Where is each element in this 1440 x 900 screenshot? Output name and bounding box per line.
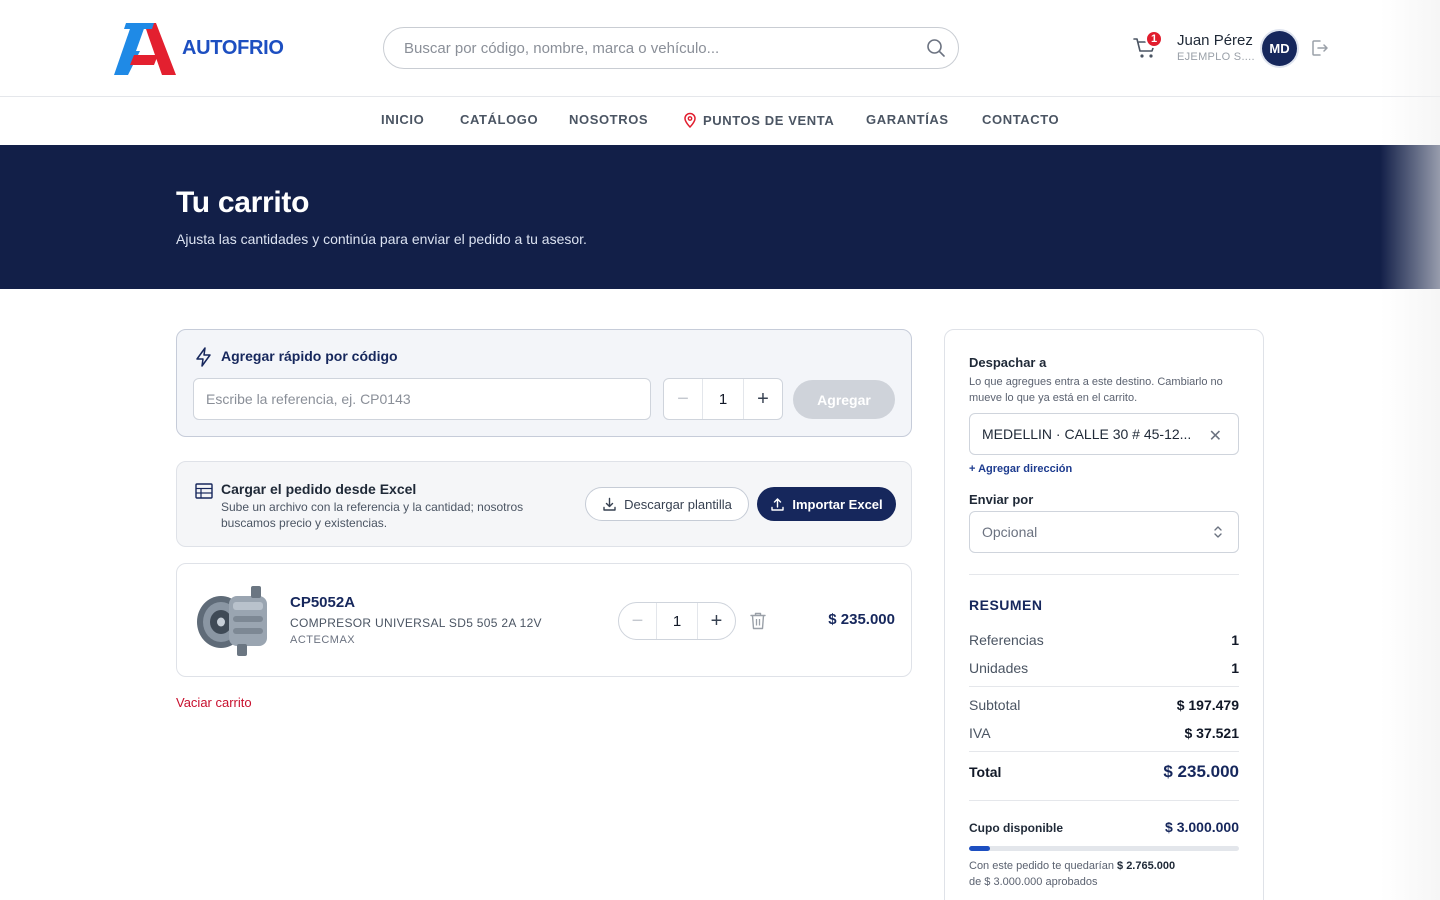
subtotal-value: $ 197.479 — [1176, 697, 1239, 713]
summary-total-row: Total $ 235.000 — [969, 762, 1239, 782]
search-input[interactable] — [404, 28, 914, 68]
nav-contacto[interactable]: CONTACTO — [982, 112, 1059, 127]
ship-to-label: Despachar a — [969, 355, 1047, 370]
iva-label: IVA — [969, 725, 991, 741]
trash-icon[interactable] — [749, 611, 767, 631]
address-select[interactable]: MEDELLIN · CALLE 30 # 45-12... ✕ — [969, 413, 1239, 455]
nav-catalogo[interactable]: CATÁLOGO — [460, 112, 538, 127]
send-by-value: Opcional — [982, 524, 1038, 540]
divider — [969, 800, 1239, 801]
references-label: Referencias — [969, 632, 1044, 648]
item-description: COMPRESOR UNIVERSAL SD5 505 2A 12V — [290, 616, 542, 630]
cart-count-badge: 1 — [1145, 30, 1163, 48]
summary-iva-row: IVA $ 37.521 — [969, 725, 1239, 741]
credit-note: Con este pedido te quedarían $ 2.765.000… — [969, 858, 1239, 890]
main-nav: INICIO CATÁLOGO NOSOTROS PUNTOS DE VENTA… — [0, 97, 1440, 145]
cart-item: CP5052A COMPRESOR UNIVERSAL SD5 505 2A 1… — [176, 563, 912, 677]
table-icon — [195, 483, 213, 499]
compressor-product-image[interactable] — [193, 582, 273, 660]
decrease-button[interactable]: − — [664, 379, 702, 419]
logout-icon[interactable] — [1309, 38, 1329, 58]
summary-references-row: Referencias 1 — [969, 632, 1239, 648]
user-company: EJEMPLO S.... — [1177, 51, 1255, 63]
location-pin-icon — [684, 112, 696, 128]
download-template-label: Descargar plantilla — [624, 496, 732, 512]
search-bar[interactable] — [383, 27, 959, 69]
excel-title: Cargar el pedido desde Excel — [221, 481, 417, 497]
quick-add-quantity-stepper: − 1 + — [663, 378, 783, 420]
references-value: 1 — [1231, 632, 1239, 648]
site-header: AUTOFRIO 1 Juan Pérez EJEMPLO S.... MD — [0, 0, 1440, 97]
add-address-link[interactable]: + Agregar dirección — [969, 463, 1072, 475]
item-decrease-button[interactable]: − — [619, 603, 656, 639]
item-quantity-stepper: − 1 + — [618, 602, 736, 640]
logo-mark-icon — [114, 23, 176, 75]
summary-title: RESUMEN — [969, 597, 1043, 613]
nav-inicio[interactable]: INICIO — [381, 112, 424, 127]
download-template-button[interactable]: Descargar plantilla — [585, 487, 749, 521]
item-brand: ACTECMAX — [290, 634, 356, 646]
autofrio-logo[interactable]: AUTOFRIO — [114, 21, 284, 75]
increase-button[interactable]: + — [744, 379, 782, 419]
credit-usage-fill — [969, 846, 991, 851]
item-quantity-value[interactable]: 1 — [656, 603, 698, 639]
nav-puntos-de-venta[interactable]: PUNTOS DE VENTA — [683, 112, 834, 128]
credit-note-prefix: Con este pedido te quedarían — [969, 860, 1114, 872]
units-value: 1 — [1231, 660, 1239, 676]
page-hero: Tu carrito Ajusta las cantidades y conti… — [0, 145, 1440, 289]
item-price: $ 235.000 — [828, 611, 895, 628]
excel-upload-panel: Cargar el pedido desde Excel Sube un arc… — [176, 461, 912, 547]
total-label: Total — [969, 764, 1002, 780]
subtotal-label: Subtotal — [969, 697, 1021, 713]
quick-add-title: Agregar rápido por código — [221, 348, 398, 364]
order-summary-panel: Despachar a Lo que agregues entra a este… — [944, 329, 1264, 900]
chevron-up-down-icon — [1214, 526, 1222, 538]
nav-garantias[interactable]: GARANTÍAS — [866, 112, 949, 127]
send-by-select[interactable]: Opcional — [969, 511, 1239, 553]
credit-remaining: $ 2.765.000 — [1117, 860, 1176, 872]
item-code[interactable]: CP5052A — [290, 594, 355, 611]
user-info[interactable]: Juan Pérez EJEMPLO S.... — [1177, 32, 1255, 63]
divider — [969, 751, 1239, 752]
lightning-icon — [196, 347, 211, 367]
logo-text: AUTOFRIO — [182, 36, 284, 59]
quantity-value[interactable]: 1 — [702, 379, 744, 419]
clear-address-icon[interactable]: ✕ — [1209, 426, 1222, 446]
credit-value: $ 3.000.000 — [1165, 819, 1239, 835]
page-subtitle: Ajusta las cantidades y continúa para en… — [176, 231, 587, 247]
summary-subtotal-row: Subtotal $ 197.479 — [969, 697, 1239, 713]
excel-description: Sube un archivo con la referencia y la c… — [221, 500, 524, 530]
ship-to-help: Lo que agregues entra a este destino. Ca… — [969, 376, 1223, 404]
divider — [969, 574, 1239, 575]
send-by-label: Enviar por — [969, 492, 1034, 507]
import-excel-button[interactable]: Importar Excel — [757, 487, 896, 521]
reference-input[interactable] — [193, 378, 651, 420]
empty-cart-link[interactable]: Vaciar carrito — [176, 695, 252, 710]
page-title: Tu carrito — [176, 186, 310, 219]
credit-note-suffix: de $ 3.000.000 aprobados — [969, 876, 1098, 888]
import-excel-label: Importar Excel — [792, 496, 883, 512]
total-value: $ 235.000 — [1163, 762, 1239, 781]
user-name: Juan Pérez — [1177, 32, 1253, 49]
add-button[interactable]: Agregar — [793, 380, 895, 419]
nav-nosotros[interactable]: NOSOTROS — [569, 112, 648, 127]
summary-units-row: Unidades 1 — [969, 660, 1239, 676]
item-increase-button[interactable]: + — [698, 603, 735, 639]
units-label: Unidades — [969, 660, 1029, 676]
nav-puntos-label: PUNTOS DE VENTA — [703, 112, 835, 128]
upload-icon — [771, 497, 785, 511]
credit-usage-bar — [969, 846, 1239, 851]
download-icon — [603, 497, 616, 511]
divider — [969, 686, 1239, 687]
iva-value: $ 37.521 — [1184, 725, 1240, 741]
quick-add-panel: Agregar rápido por código − 1 + Agregar — [176, 329, 912, 437]
address-value: MEDELLIN · CALLE 30 # 45-12... — [982, 426, 1192, 442]
credit-label: Cupo disponible — [969, 821, 1063, 835]
avatar[interactable]: MD — [1262, 31, 1297, 66]
search-icon[interactable] — [926, 38, 946, 58]
